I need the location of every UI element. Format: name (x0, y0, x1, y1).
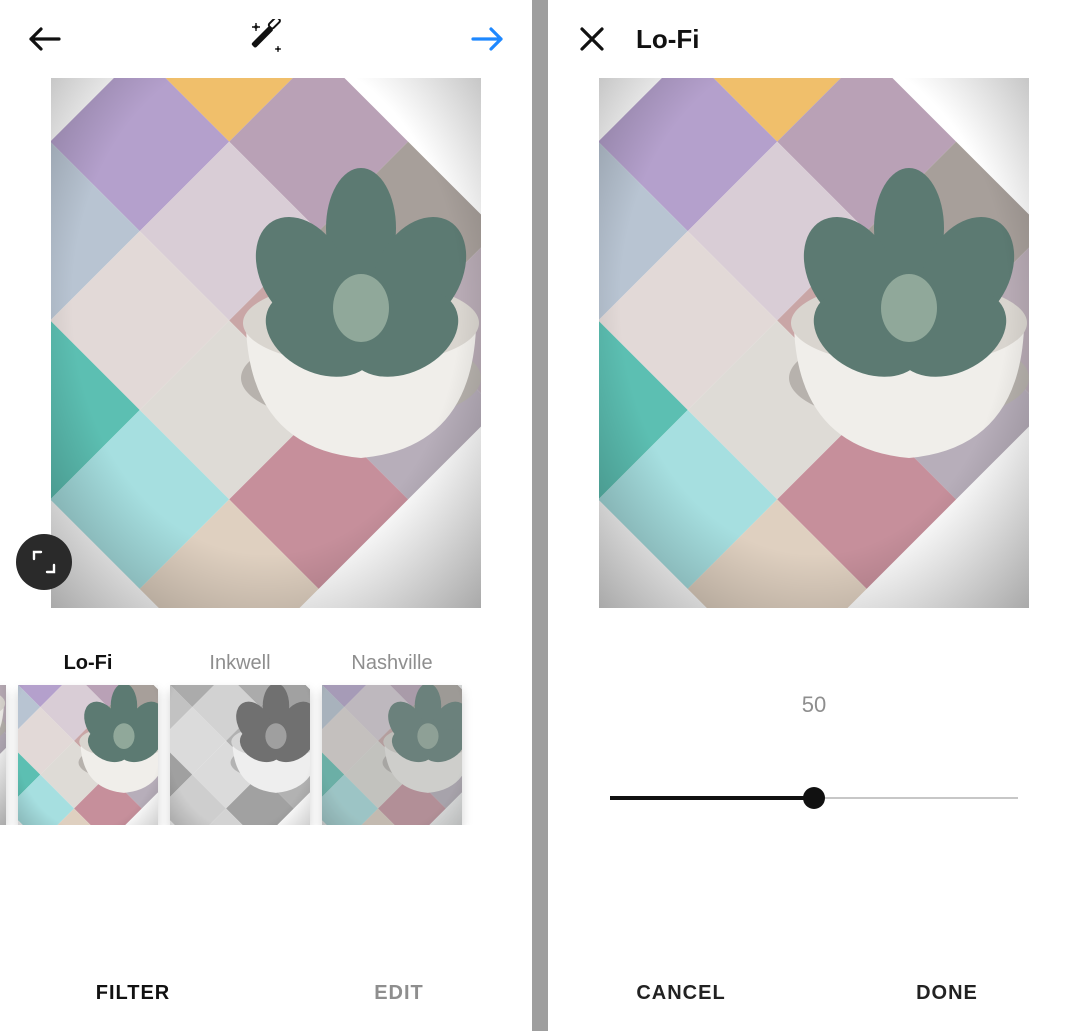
expand-preview-button[interactable] (16, 534, 72, 590)
topbar: Lo-Fi (548, 0, 1080, 78)
strength-slider-area: 50 (548, 692, 1080, 810)
screen-title: Lo-Fi (636, 24, 700, 55)
filter-item-lofi[interactable]: Lo-Fi (18, 652, 158, 825)
filter-thumbnail (18, 685, 158, 825)
cancel-button[interactable]: CANCEL (548, 955, 814, 1031)
image-preview (548, 78, 1080, 608)
back-button[interactable] (24, 19, 64, 59)
pane-divider (532, 0, 548, 1031)
filter-strip[interactable]: w Lo-Fi Inkwell Nashville (0, 652, 532, 825)
topbar (0, 0, 532, 78)
filter-item-nashville[interactable]: Nashville (322, 652, 462, 825)
slider-knob[interactable] (803, 787, 825, 809)
filter-label: Inkwell (209, 652, 270, 675)
next-button[interactable] (468, 19, 508, 59)
tab-edit[interactable]: EDIT (266, 955, 532, 1031)
slider-value: 50 (610, 692, 1018, 718)
filter-label: Nashville (351, 652, 432, 675)
filter-thumbnail (0, 685, 6, 825)
close-button[interactable] (572, 19, 612, 59)
slider-fill (610, 796, 814, 800)
filter-label: Lo-Fi (64, 652, 113, 675)
bottom-tabs: FILTER EDIT (0, 955, 532, 1031)
filter-select-screen: w Lo-Fi Inkwell Nashville FILTER (0, 0, 532, 1031)
filter-strength-screen: Lo-Fi 50 CANCEL DONE (548, 0, 1080, 1031)
magic-wand-icon[interactable] (246, 19, 286, 59)
filter-thumbnail (170, 685, 310, 825)
filter-item-inkwell[interactable]: Inkwell (170, 652, 310, 825)
filter-item-previous[interactable]: w (0, 652, 6, 825)
tab-filter[interactable]: FILTER (0, 955, 266, 1031)
image-preview (0, 78, 532, 608)
done-button[interactable]: DONE (814, 955, 1080, 1031)
filter-thumbnail (322, 685, 462, 825)
action-row: CANCEL DONE (548, 955, 1080, 1031)
strength-slider[interactable] (610, 786, 1018, 810)
